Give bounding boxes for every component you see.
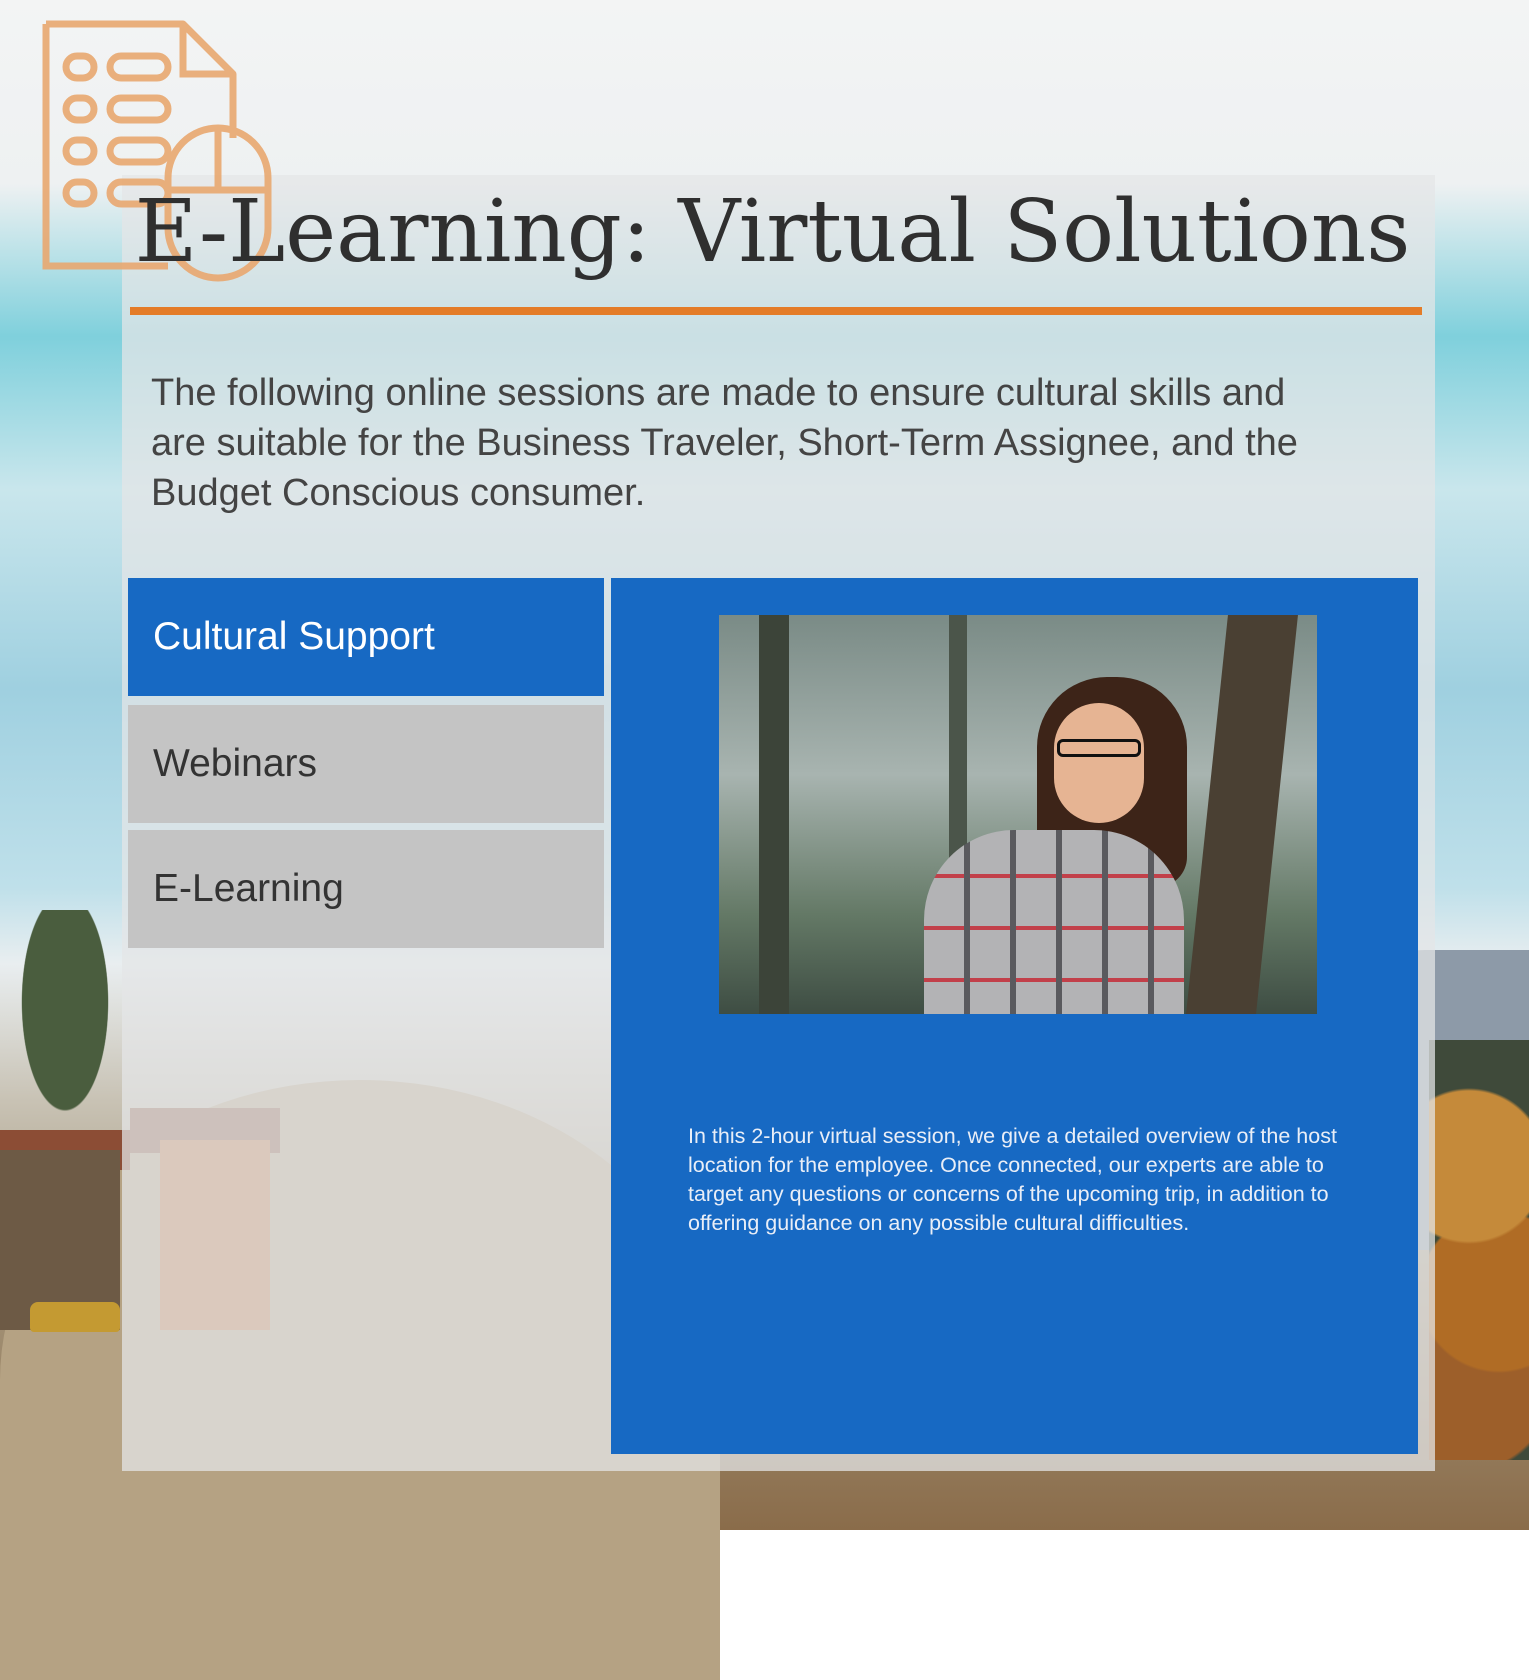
tab-e-learning[interactable]: E-Learning <box>128 830 604 948</box>
page-title: E-Learning: Virtual Solutions <box>134 182 1411 282</box>
intro-text: The following online sessions are made t… <box>151 372 1298 514</box>
tab-label: Cultural Support <box>153 615 435 658</box>
title-underline <box>130 307 1422 315</box>
tab-label: E-Learning <box>153 867 344 910</box>
pine-tree <box>10 910 120 1140</box>
tab-label: Webinars <box>153 742 318 785</box>
tab-content-panel <box>611 578 1418 1454</box>
car <box>30 1302 120 1332</box>
autumn-trees <box>1429 1040 1529 1460</box>
tab-cultural-support[interactable]: Cultural Support <box>128 578 604 696</box>
tab-webinars[interactable]: Webinars <box>128 705 604 823</box>
tree-trunk <box>759 615 789 1014</box>
scarf <box>924 830 1184 1014</box>
tree-trunk <box>1186 615 1298 1014</box>
face <box>1054 703 1144 823</box>
glasses <box>1057 739 1141 757</box>
session-description: In this 2-hour virtual session, we give … <box>688 1124 1337 1235</box>
woman-portrait-photo <box>719 615 1317 1014</box>
